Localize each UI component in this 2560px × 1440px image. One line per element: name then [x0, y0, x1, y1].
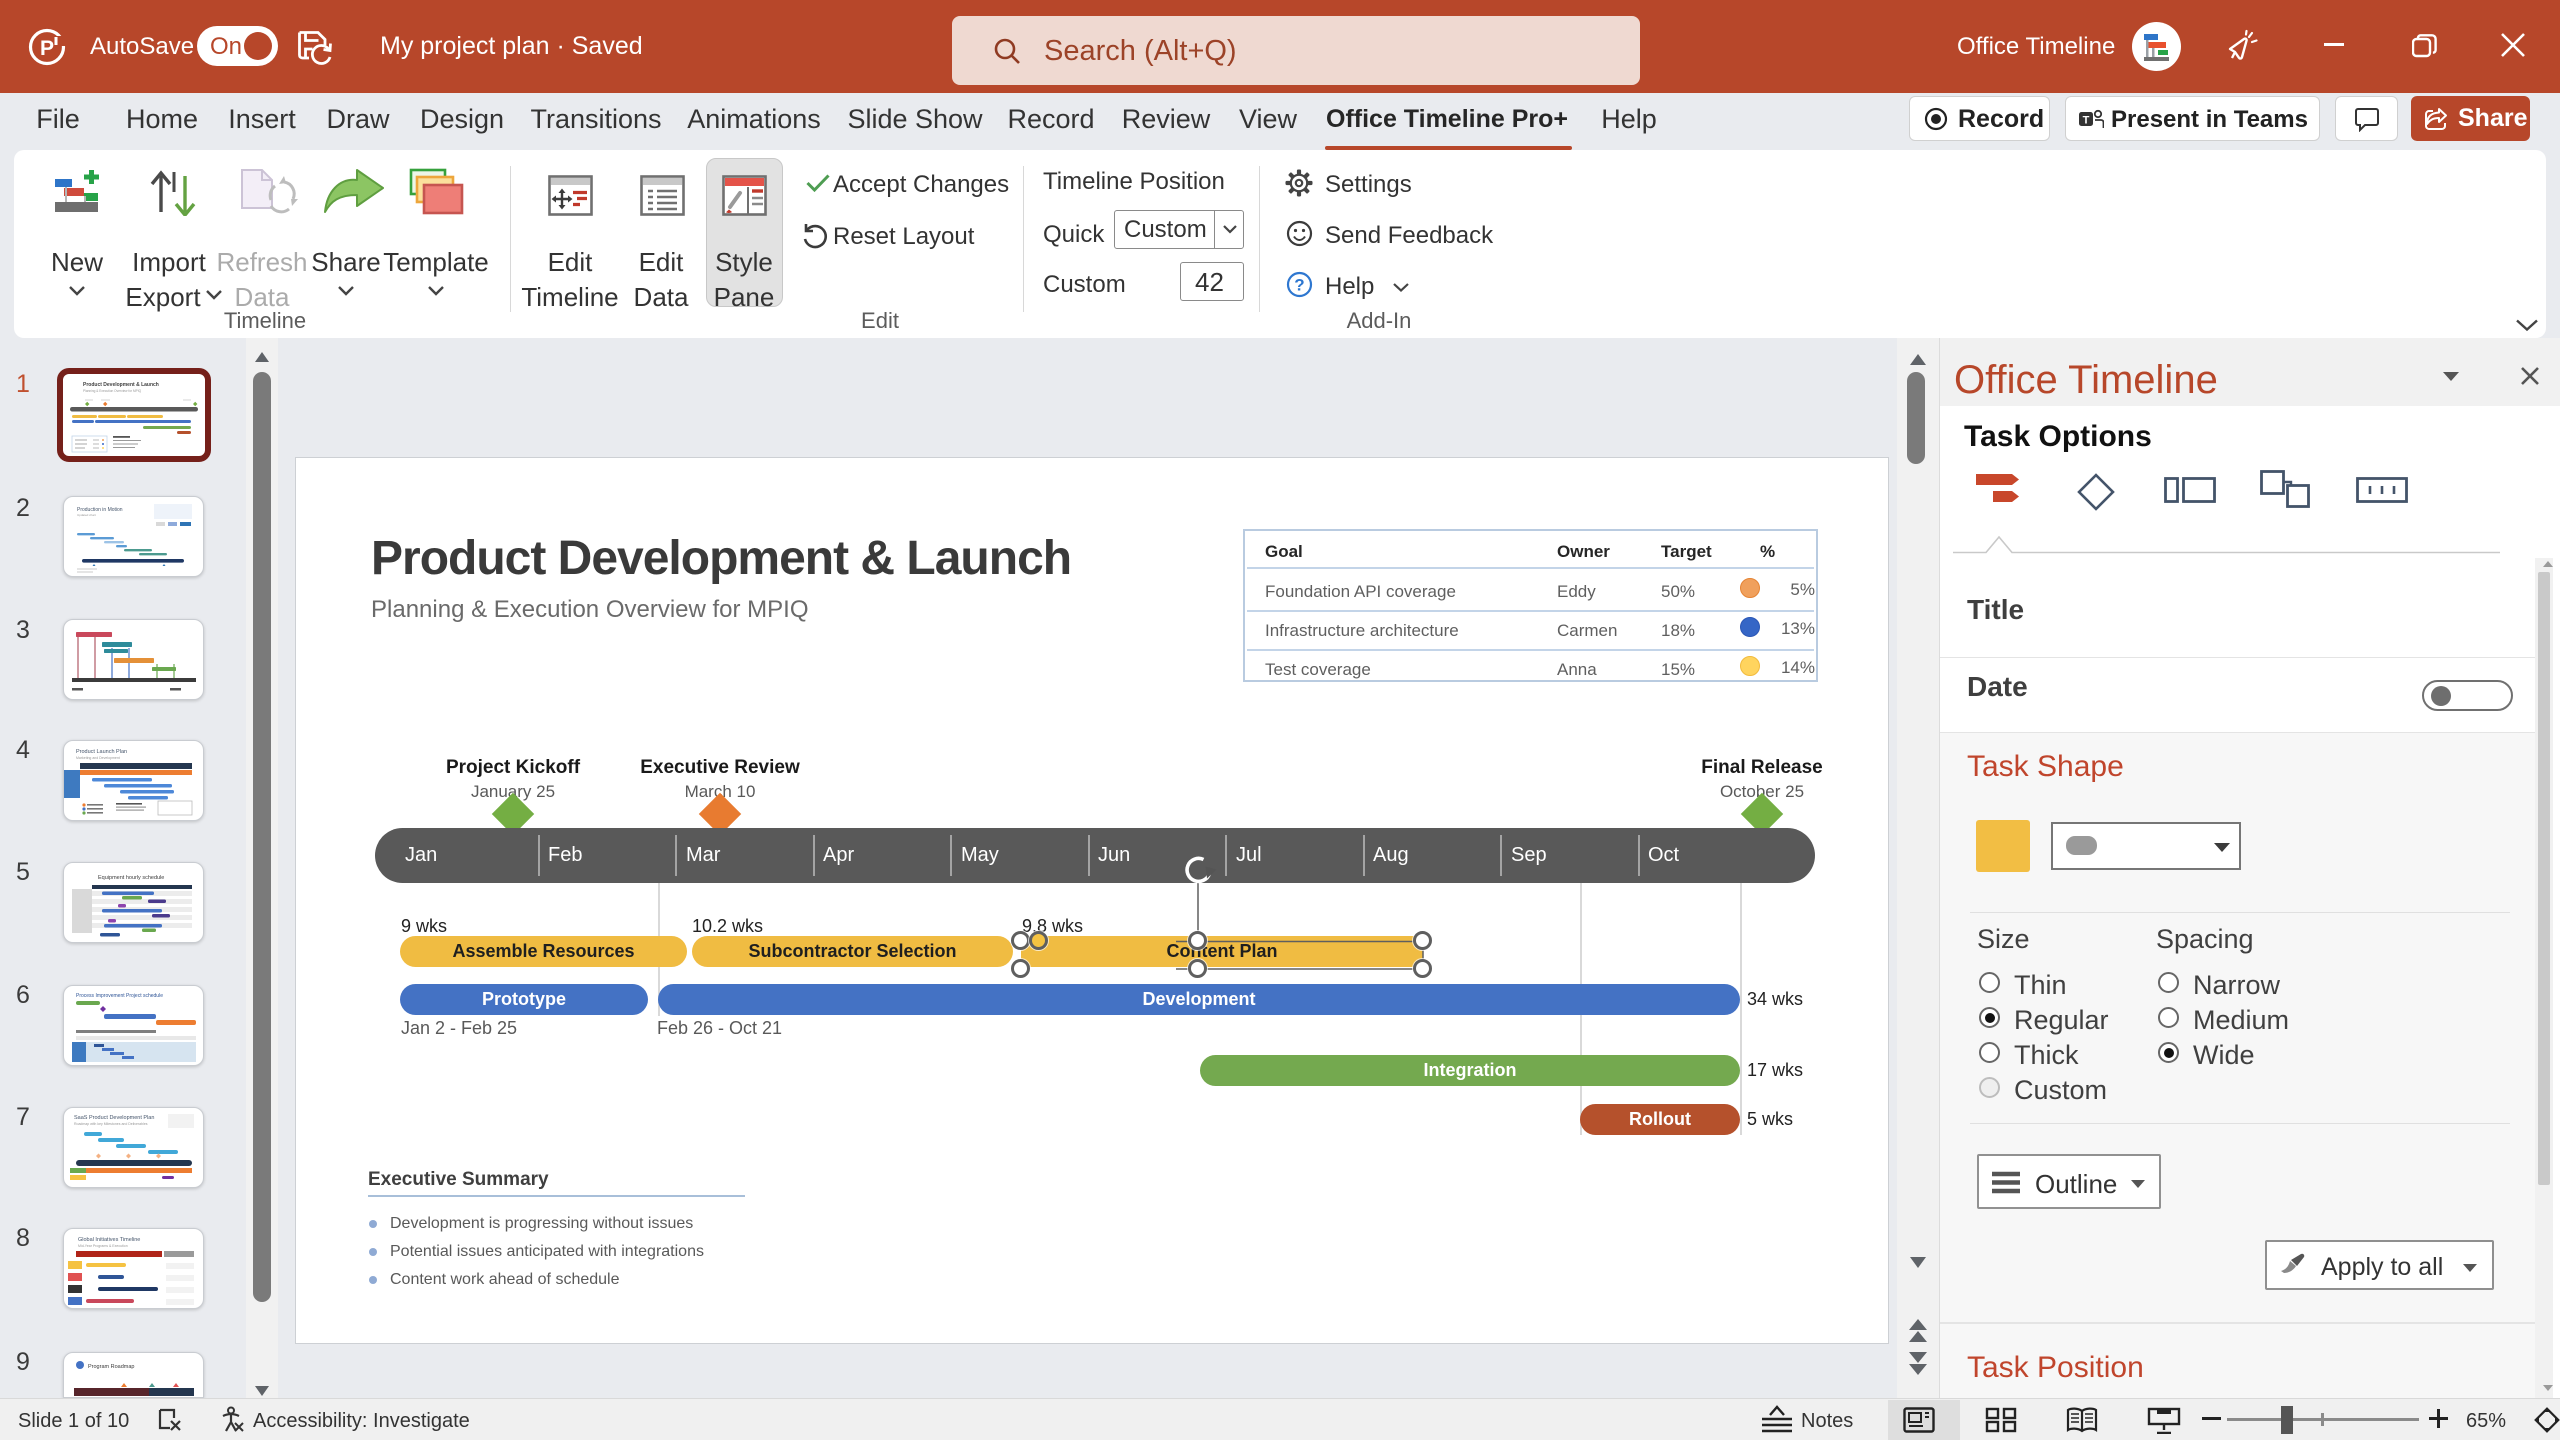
svg-text:Mid-Year Programs & Execution: Mid-Year Programs & Execution	[78, 1244, 128, 1248]
svg-text:?: ?	[1294, 276, 1304, 295]
svg-text:Product Launch Plan: Product Launch Plan	[76, 749, 127, 755]
svg-text:P: P	[40, 37, 54, 60]
svg-text:Updated chart: Updated chart	[77, 513, 96, 517]
svg-text:T: T	[2083, 115, 2090, 127]
svg-text:Equipment hourly schedule: Equipment hourly schedule	[98, 875, 164, 881]
svg-text:Program Roadmap: Program Roadmap	[88, 1364, 134, 1370]
svg-text:Roadmap with key Milestones an: Roadmap with key Milestones and Delivera…	[74, 1122, 148, 1126]
svg-text:Global Initiatives Timeline: Global Initiatives Timeline	[78, 1237, 140, 1243]
svg-text:Marketing and Development: Marketing and Development	[76, 756, 120, 760]
svg-text:SaaS Product Development Plan: SaaS Product Development Plan	[74, 1115, 154, 1121]
svg-text:Product Development & Launch: Product Development & Launch	[83, 382, 159, 388]
svg-text:Planning & Execution Overview: Planning & Execution Overview for MPIQ	[83, 389, 142, 393]
svg-text:Process Improvement Project sc: Process Improvement Project schedule	[76, 993, 163, 999]
